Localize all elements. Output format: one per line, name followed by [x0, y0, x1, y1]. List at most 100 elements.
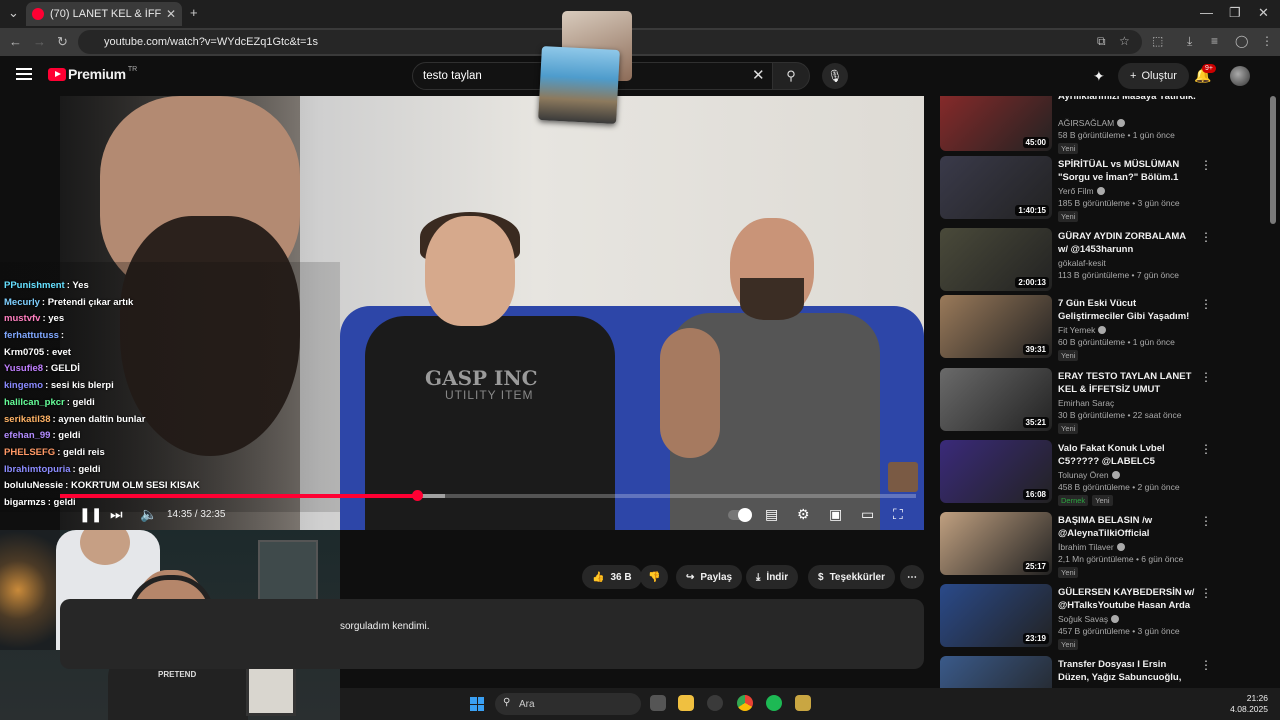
youtube-extension-icon[interactable]: ✦ [1093, 68, 1105, 85]
create-button[interactable]: + Oluştur [1118, 63, 1189, 89]
chat-username[interactable]: Mecurly [4, 297, 40, 308]
more-options-icon[interactable]: ⋮ [1200, 514, 1212, 528]
minimize-icon[interactable]: — [1200, 5, 1213, 20]
close-window-icon[interactable]: ✕ [1258, 5, 1269, 21]
download-button[interactable]: ⤓ İndir [746, 565, 799, 589]
video-title[interactable]: Valo Fakat Konuk Lvbel C5????? @LABELC5 … [1058, 442, 1198, 468]
video-title[interactable]: SPİRİTÜAL vs MÜSLÜMAN "Sorgu ve İman?" B… [1058, 158, 1198, 184]
channel-name[interactable]: gökalaf-kesit [1058, 258, 1106, 268]
video-title[interactable]: Ayrılıklarımızı Masaya Yatırdık. [1058, 96, 1198, 103]
thanks-button[interactable]: $ Teşekkürler [808, 565, 895, 589]
file-explorer-icon[interactable] [678, 695, 694, 711]
like-button[interactable]: 👍 36 B [582, 565, 642, 589]
theater-mode-icon[interactable]: ▭ [861, 506, 874, 523]
account-avatar[interactable] [1230, 66, 1250, 86]
obs-icon[interactable] [707, 695, 723, 711]
recommended-video[interactable]: Transfer Dosyası I Ersin Düzen, Yağız Sa… [940, 656, 1230, 688]
reload-icon[interactable]: ↻ [57, 34, 68, 50]
more-options-icon[interactable]: ⋮ [1200, 297, 1212, 311]
chat-username[interactable]: Krm0705 [4, 347, 44, 358]
chrome-icon[interactable] [737, 695, 753, 711]
pause-icon[interactable]: ❚❚ [79, 506, 102, 523]
more-options-icon[interactable]: ⋮ [1200, 586, 1212, 600]
taskbar-search[interactable]: Ara [495, 693, 641, 715]
video-title[interactable]: 7 Gün Eski Vücut Geliştirmeciler Gibi Ya… [1058, 297, 1198, 323]
profile-icon[interactable]: ◯ [1235, 34, 1248, 48]
task-view-icon[interactable] [650, 695, 666, 711]
fullscreen-icon[interactable]: ⛶ [893, 506, 903, 523]
video-thumbnail[interactable]: 35:21 [940, 368, 1052, 431]
settings-gear-icon[interactable]: ⚙ [797, 506, 810, 523]
voice-search-button[interactable]: 🎙 [822, 63, 848, 89]
channel-name[interactable]: AĞIRSAĞLAM [1058, 118, 1126, 128]
spotify-icon[interactable] [766, 695, 782, 711]
browser-tab[interactable]: (70) LANET KEL & İFFETSİZ ✕ [26, 2, 182, 26]
chat-username[interactable]: efehan_99 [4, 430, 50, 441]
download-icon[interactable]: ⤓ [1187, 34, 1192, 49]
close-tab-icon[interactable]: ✕ [166, 7, 176, 21]
more-options-icon[interactable]: ⋮ [1200, 658, 1212, 672]
browser-menu-icon[interactable]: ⋮ [1261, 34, 1273, 48]
video-title[interactable]: GÜRAY AYDIN ZORBALAMA w/ @1453harunn [1058, 230, 1198, 256]
more-options-icon[interactable]: ⋮ [1200, 442, 1212, 456]
channel-name[interactable]: Soğuk Savaş [1058, 614, 1120, 624]
dislike-button[interactable]: 👎 [640, 565, 669, 589]
channel-name[interactable]: Tolunay Ören [1058, 470, 1120, 480]
recommended-video[interactable]: 45:00 Ayrılıklarımızı Masaya Yatırdık. AĞI… [940, 96, 1230, 158]
clear-search-icon[interactable]: ✕ [752, 66, 765, 84]
chat-username[interactable]: Yusufie8 [4, 363, 43, 374]
windows-start-icon[interactable] [470, 697, 484, 711]
share-button[interactable]: ↪ Paylaş [676, 565, 743, 589]
forward-icon[interactable]: → [33, 34, 46, 49]
chat-username[interactable]: bigarmzs [4, 497, 46, 508]
chat-username[interactable]: PHELSEFG [4, 447, 55, 458]
chat-username[interactable]: mustvfv [4, 313, 40, 324]
recommended-video[interactable]: 1:40:15 SPİRİTÜAL vs MÜSLÜMAN "Sorgu ve İ… [940, 156, 1230, 226]
tab-search-icon[interactable]: ⌄ [8, 5, 19, 21]
channel-name[interactable]: Emirhan Saraç [1058, 398, 1114, 408]
video-thumbnail[interactable]: 16:08 [940, 440, 1052, 503]
more-options-icon[interactable]: ⋮ [1200, 158, 1212, 172]
channel-name[interactable]: İbrahim Tilaver [1058, 542, 1125, 552]
video-thumbnail[interactable]: 2:00:13 [940, 228, 1052, 291]
extensions-icon[interactable]: ⬚ [1152, 34, 1163, 48]
volume-icon[interactable]: 🔈 [140, 506, 157, 523]
miniplayer-icon[interactable]: ▣ [829, 506, 842, 523]
more-options-icon[interactable]: ⋮ [1200, 370, 1212, 384]
video-title[interactable]: ERAY TESTO TAYLAN LANET KEL & İFFETSİZ U… [1058, 370, 1198, 396]
page-scrollbar[interactable] [1270, 96, 1276, 224]
recommended-video[interactable]: 2:00:13 GÜRAY AYDIN ZORBALAMA w/ @1453har… [940, 228, 1230, 298]
more-actions-button[interactable]: ⋯ [900, 565, 924, 589]
floating-preview-window[interactable] [538, 46, 620, 124]
video-title[interactable]: BAŞIMA BELASIN /w @AleynaTilkiOfficial [1058, 514, 1198, 540]
recommended-video[interactable]: 39:31 7 Gün Eski Vücut Geliştirmeciler Gi… [940, 295, 1230, 365]
channel-name[interactable]: Fit Yemek [1058, 325, 1107, 335]
video-thumbnail[interactable] [940, 656, 1052, 688]
chat-username[interactable]: Ibrahimtopuria [4, 464, 71, 475]
recommended-video[interactable]: 16:08 Valo Fakat Konuk Lvbel C5????? @LAB… [940, 440, 1230, 510]
video-thumbnail[interactable]: 25:17 [940, 512, 1052, 575]
video-thumbnail[interactable]: 39:31 [940, 295, 1052, 358]
recommended-video[interactable]: 35:21 ERAY TESTO TAYLAN LANET KEL & İFFET… [940, 368, 1230, 438]
chat-username[interactable]: boluluNessie [4, 480, 63, 491]
chat-username[interactable]: ferhattutuss [4, 330, 59, 341]
more-options-icon[interactable]: ⋮ [1200, 230, 1212, 244]
recommended-video[interactable]: 23:19 GÜLERSEN KAYBEDERSİN w/ @HTalksYout… [940, 584, 1230, 654]
subtitles-icon[interactable]: ▤ [765, 506, 778, 523]
video-progress-bar[interactable] [60, 490, 916, 501]
app-icon[interactable] [795, 695, 811, 711]
channel-watermark[interactable] [888, 462, 918, 492]
video-thumbnail[interactable]: 1:40:15 [940, 156, 1052, 219]
chat-username[interactable]: PPunishment [4, 280, 65, 291]
video-title[interactable]: Transfer Dosyası I Ersin Düzen, Yağız Sa… [1058, 658, 1198, 684]
scrubber-handle[interactable] [411, 490, 423, 501]
youtube-logo[interactable]: Premium TR [48, 66, 137, 82]
description-box[interactable] [60, 599, 924, 669]
taskbar-clock[interactable]: 21:26 4.08.2025 [1228, 693, 1268, 715]
next-icon[interactable]: ⏭ [110, 506, 123, 523]
channel-name[interactable]: Yerő Film [1058, 186, 1105, 196]
video-thumbnail[interactable]: 45:00 [940, 96, 1052, 151]
video-title[interactable]: GÜLERSEN KAYBEDERSİN w/ @HTalksYoutube H… [1058, 586, 1198, 612]
video-thumbnail[interactable]: 23:19 [940, 584, 1052, 647]
maximize-icon[interactable]: ❐ [1229, 5, 1241, 21]
